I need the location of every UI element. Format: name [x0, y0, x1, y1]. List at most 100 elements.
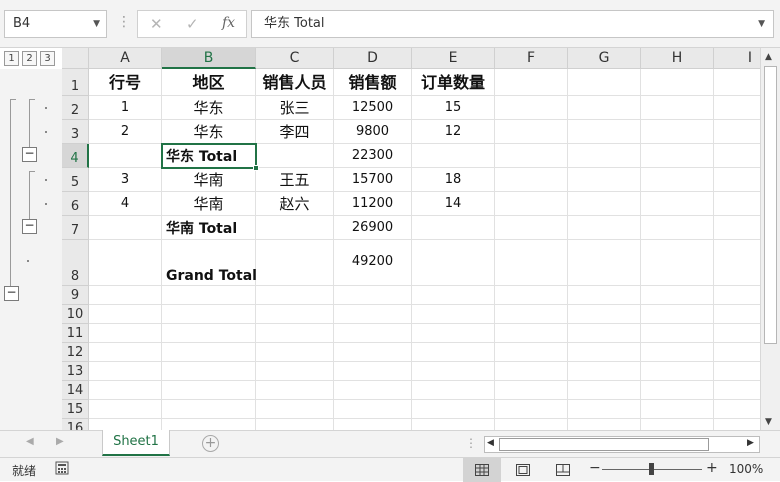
scroll-right-icon[interactable]: ▶	[747, 438, 754, 448]
cell-h1[interactable]	[641, 69, 714, 96]
cell-i1[interactable]	[714, 69, 760, 96]
cell-b12[interactable]	[162, 343, 256, 362]
cell-b4[interactable]: 华东 Total	[162, 144, 256, 168]
cell-g16[interactable]	[568, 419, 641, 430]
cell-h2[interactable]	[641, 96, 714, 120]
cell-b8[interactable]: Grand Total	[162, 240, 257, 286]
cell-b10[interactable]	[162, 305, 256, 324]
cell-d1[interactable]: 销售额	[334, 69, 412, 96]
horizontal-scrollbar[interactable]: ◀ ▶	[484, 436, 760, 453]
cell-i9[interactable]	[714, 286, 760, 305]
cell-h14[interactable]	[641, 381, 714, 400]
cell-d2[interactable]: 12500	[334, 96, 412, 120]
cell-c11[interactable]	[256, 324, 334, 343]
cell-h3[interactable]	[641, 120, 714, 144]
cell-d7[interactable]: 26900	[334, 216, 412, 240]
cell-h8[interactable]	[641, 240, 714, 286]
cell-f1[interactable]	[495, 69, 568, 96]
cell-i3[interactable]	[714, 120, 760, 144]
cell-b1[interactable]: 地区	[162, 69, 256, 96]
cell-c8[interactable]	[256, 240, 334, 286]
cell-i11[interactable]	[714, 324, 760, 343]
cell-h6[interactable]	[641, 192, 714, 216]
cell-e16[interactable]	[412, 419, 495, 430]
row-header-11[interactable]: 11	[62, 324, 89, 343]
insert-function-icon[interactable]: fx	[222, 15, 235, 31]
cell-e15[interactable]	[412, 400, 495, 419]
cell-c6[interactable]: 赵六	[256, 192, 334, 216]
cell-b15[interactable]	[162, 400, 256, 419]
cell-g13[interactable]	[568, 362, 641, 381]
cell-e1[interactable]: 订单数量	[412, 69, 495, 96]
formula-input[interactable]: 华东 Total ▼	[251, 10, 774, 38]
scroll-down-icon[interactable]: ▼	[765, 417, 772, 427]
cell-i10[interactable]	[714, 305, 760, 324]
cell-f12[interactable]	[495, 343, 568, 362]
cell-g1[interactable]	[568, 69, 641, 96]
cell-g7[interactable]	[568, 216, 641, 240]
row-header-13[interactable]: 13	[62, 362, 89, 381]
cell-d6[interactable]: 11200	[334, 192, 412, 216]
cell-a10[interactable]	[89, 305, 162, 324]
cell-i16[interactable]	[714, 419, 760, 430]
cell-e14[interactable]	[412, 381, 495, 400]
add-sheet-button[interactable]: +	[202, 435, 219, 452]
cell-c5[interactable]: 王五	[256, 168, 334, 192]
column-header-d[interactable]: D	[334, 48, 412, 69]
cell-f15[interactable]	[495, 400, 568, 419]
cell-a4[interactable]	[89, 144, 162, 168]
cell-i5[interactable]	[714, 168, 760, 192]
cell-d14[interactable]	[334, 381, 412, 400]
normal-view-button[interactable]	[463, 458, 501, 482]
cell-h15[interactable]	[641, 400, 714, 419]
cell-c3[interactable]: 李四	[256, 120, 334, 144]
cell-a5[interactable]: 3	[89, 168, 162, 192]
zoom-out-button[interactable]: −	[589, 460, 601, 476]
row-header-16[interactable]: 16	[62, 419, 89, 430]
cell-h11[interactable]	[641, 324, 714, 343]
row-header-12[interactable]: 12	[62, 343, 89, 362]
cell-d15[interactable]	[334, 400, 412, 419]
cell-a16[interactable]	[89, 419, 162, 430]
cell-e4[interactable]	[412, 144, 495, 168]
row-header-6[interactable]: 6	[62, 192, 89, 216]
cell-f7[interactable]	[495, 216, 568, 240]
expand-formula-bar-icon[interactable]: ▼	[758, 11, 765, 37]
cell-h10[interactable]	[641, 305, 714, 324]
cell-b14[interactable]	[162, 381, 256, 400]
cell-c9[interactable]	[256, 286, 334, 305]
cell-i14[interactable]	[714, 381, 760, 400]
cell-f11[interactable]	[495, 324, 568, 343]
cell-a2[interactable]: 1	[89, 96, 162, 120]
more-options-icon[interactable]: ⋮	[117, 12, 131, 32]
cell-e3[interactable]: 12	[412, 120, 495, 144]
cell-e9[interactable]	[412, 286, 495, 305]
column-header-h[interactable]: H	[641, 48, 714, 69]
cell-f14[interactable]	[495, 381, 568, 400]
column-header-c[interactable]: C	[256, 48, 334, 69]
cell-f8[interactable]	[495, 240, 568, 286]
sheet-tab-sheet1[interactable]: Sheet1	[102, 430, 170, 456]
cell-e8[interactable]	[412, 240, 495, 286]
row-header-8[interactable]: 8	[62, 240, 89, 286]
column-header-i[interactable]: I	[714, 48, 760, 69]
column-header-b[interactable]: B	[162, 48, 256, 69]
cell-h4[interactable]	[641, 144, 714, 168]
cell-f13[interactable]	[495, 362, 568, 381]
column-header-e[interactable]: E	[412, 48, 495, 69]
row-header-4[interactable]: 4	[62, 144, 89, 168]
cell-c16[interactable]	[256, 419, 334, 430]
cell-c14[interactable]	[256, 381, 334, 400]
cell-e10[interactable]	[412, 305, 495, 324]
zoom-level[interactable]: 100%	[729, 462, 763, 476]
scroll-left-icon[interactable]: ◀	[487, 438, 494, 448]
cell-g14[interactable]	[568, 381, 641, 400]
cell-a11[interactable]	[89, 324, 162, 343]
cell-d4[interactable]: 22300	[334, 144, 412, 168]
cell-g12[interactable]	[568, 343, 641, 362]
cell-g5[interactable]	[568, 168, 641, 192]
cell-e7[interactable]	[412, 216, 495, 240]
cell-c4[interactable]	[256, 144, 334, 168]
cell-b16[interactable]	[162, 419, 256, 430]
cell-c7[interactable]	[256, 216, 334, 240]
